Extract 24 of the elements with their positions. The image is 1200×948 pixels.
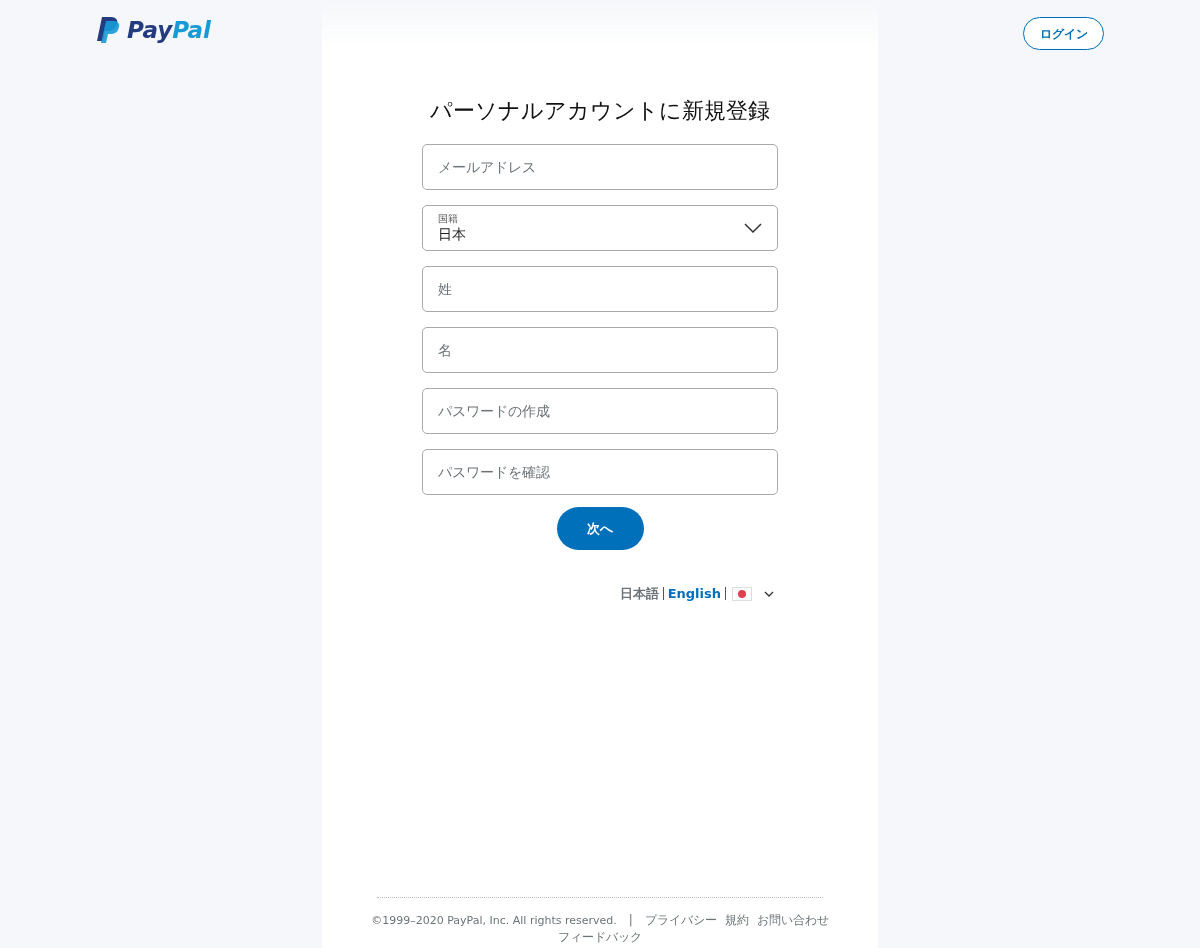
footer-link[interactable]: お問い合わせ [756, 912, 829, 929]
next-button[interactable]: 次へ [556, 507, 644, 550]
japan-flag-icon[interactable] [732, 586, 752, 601]
field-value: 日本 [438, 225, 466, 243]
paypal-logo-text: PayPal [127, 18, 211, 42]
login-button[interactable]: ログイン [1023, 17, 1104, 50]
input-field[interactable]: パスワードを確認 [422, 449, 778, 495]
input-field[interactable]: パスワードの作成 [422, 388, 778, 434]
copyright-text: ©1999–2020 PayPal, Inc. All rights reserved. [371, 913, 617, 929]
chevron-down-icon[interactable] [764, 590, 774, 597]
nationality-select[interactable]: 国籍 日本 [422, 205, 778, 251]
footer-separator: | [628, 912, 633, 929]
input-field[interactable]: 姓 [422, 266, 778, 312]
language-link[interactable]: English [667, 584, 721, 604]
input-field[interactable]: 名 [422, 327, 778, 373]
input-field[interactable]: メールアドレス [422, 144, 778, 190]
field-label: 国籍 [438, 213, 459, 226]
footer-link[interactable]: 規約 [724, 912, 749, 929]
chevron-down-icon [744, 223, 762, 233]
language-link[interactable]: 日本語 [619, 584, 659, 604]
paypal-p-icon [97, 16, 121, 44]
footer-link[interactable]: フィードバック [558, 929, 642, 946]
page-title: パーソナルアカウントに新規登録 [430, 100, 770, 122]
footer-link[interactable]: プライバシー [644, 912, 717, 929]
